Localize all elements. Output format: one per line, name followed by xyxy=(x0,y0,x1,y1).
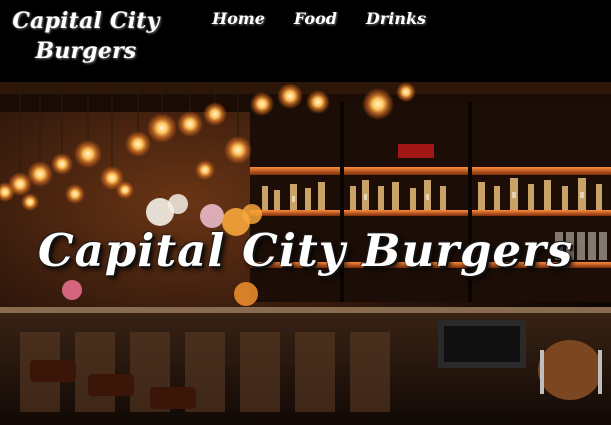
site-logo[interactable]: Capital City Burgers xyxy=(6,6,166,66)
nav-drinks-link[interactable]: Drinks xyxy=(366,8,426,30)
logo-line-1: Capital City xyxy=(12,8,160,34)
logo-line-2: Burgers xyxy=(35,38,137,64)
nav-home-link[interactable]: Home xyxy=(212,8,265,30)
main-nav: Home Food Drinks xyxy=(212,8,426,30)
hero-banner: Capital City Burgers xyxy=(0,82,611,425)
page: Capital City Burgers Home Food Drinks Ca… xyxy=(0,0,611,425)
site-header: Capital City Burgers Home Food Drinks xyxy=(0,0,611,82)
hero-title: Capital City Burgers xyxy=(37,224,574,277)
nav-food-link[interactable]: Food xyxy=(294,8,337,30)
